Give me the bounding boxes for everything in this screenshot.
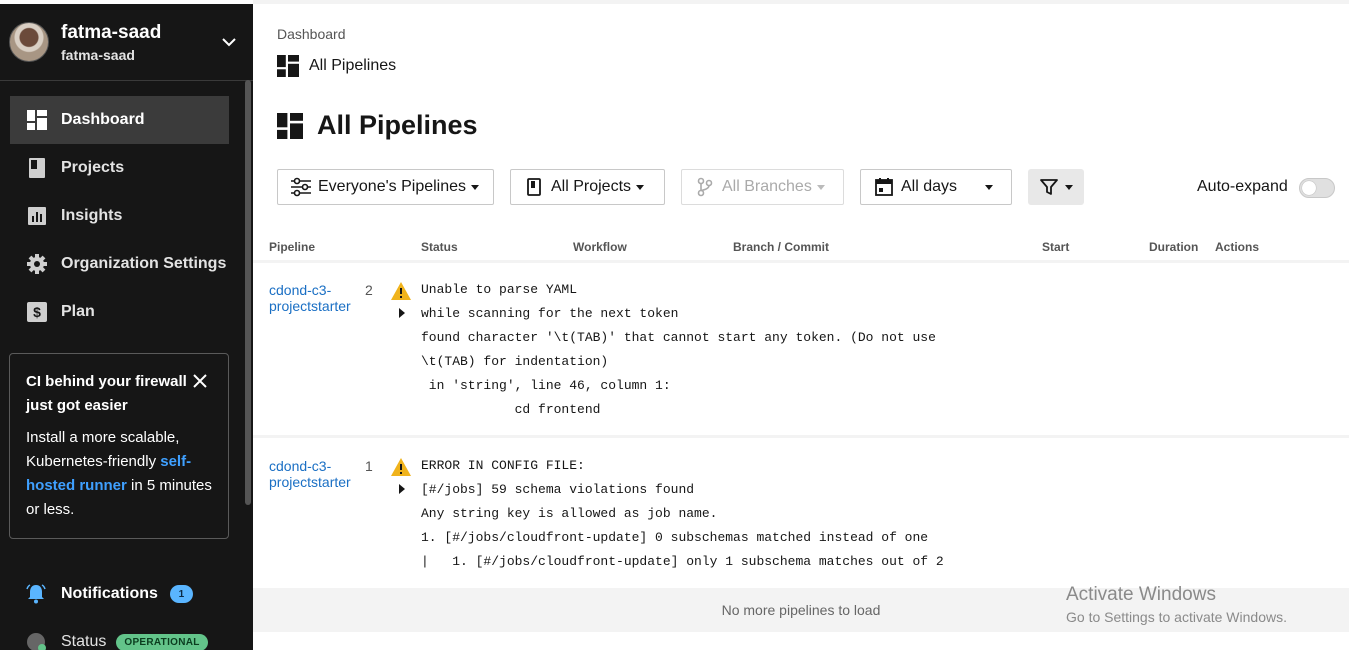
pipelines-filter-dropdown[interactable]: Everyone's Pipelines — [277, 169, 494, 205]
column-header-actions: Actions — [1215, 240, 1260, 254]
sidebar-scrollbar[interactable] — [245, 80, 251, 505]
dashboard-icon — [26, 109, 48, 131]
org-name: fatma-saad — [61, 22, 162, 43]
breadcrumb-current: All Pipelines — [277, 55, 396, 77]
promo-title: CI behind your firewall just got easier — [26, 373, 187, 414]
error-message: Unable to parse YAML while scanning for … — [421, 282, 936, 417]
status-label: Status — [61, 633, 107, 650]
auto-expand-label: Auto-expand — [1197, 178, 1288, 195]
sidebar-item-dashboard[interactable]: Dashboard — [10, 96, 229, 144]
caret-down-icon — [985, 184, 994, 190]
sidebar-item-label: Organization Settings — [61, 255, 227, 272]
pipeline-number[interactable]: 1 — [365, 458, 373, 474]
breadcrumb[interactable]: Dashboard — [277, 26, 346, 42]
org-sub: fatma-saad — [61, 47, 135, 63]
expand-arrow-icon[interactable] — [398, 308, 406, 318]
users-filter-icon — [290, 176, 312, 198]
expand-arrow-icon[interactable] — [398, 484, 406, 494]
sidebar-item-label: Dashboard — [61, 111, 145, 128]
warning-icon — [391, 458, 411, 476]
column-header-branch: Branch / Commit — [733, 240, 830, 254]
status-badge: OPERATIONAL — [116, 633, 208, 650]
table-row: cdond-c3-projectstarter 2 Unable to pars… — [253, 263, 1349, 435]
breadcrumb-label: All Pipelines — [309, 57, 397, 74]
table-header: Pipeline Status Workflow Branch / Commit… — [253, 230, 1349, 263]
sidebar-item-label: Projects — [61, 159, 125, 176]
column-header-status: Status — [421, 240, 458, 254]
column-header-start: Start — [1042, 240, 1070, 254]
days-filter-dropdown[interactable]: All days — [860, 169, 1012, 205]
sidebar-item-organization-settings[interactable]: Organization Settings — [10, 240, 229, 288]
svg-text:$: $ — [33, 304, 41, 320]
filter-icon — [1040, 179, 1058, 195]
promo-text: Install a more scalable, Kubernetes-frie… — [26, 429, 180, 470]
org-switcher[interactable]: fatma-saad fatma-saad — [0, 4, 253, 81]
page-title: All Pipelines — [277, 110, 478, 141]
caret-down-icon — [816, 184, 825, 190]
table-row: cdond-c3-projectstarter 1 ERROR IN CONFI… — [253, 438, 1349, 588]
branches-filter-dropdown[interactable]: All Branches — [681, 169, 844, 205]
branches-filter-label: All Branches — [722, 178, 812, 195]
insights-icon — [26, 205, 48, 227]
page-title-text: All Pipelines — [317, 110, 478, 140]
column-header-duration: Duration — [1149, 240, 1199, 254]
app: fatma-saad fatma-saad Dashboard Projects — [0, 0, 1349, 650]
avatar — [9, 22, 49, 62]
projects-filter-label: All Projects — [551, 178, 632, 195]
dashboard-icon — [277, 55, 299, 77]
gear-icon — [26, 253, 48, 275]
watermark-title: Activate Windows — [1066, 584, 1216, 605]
caret-down-icon — [471, 184, 480, 190]
main-content: Dashboard All Pipelines All Pipelines Ev… — [253, 0, 1349, 650]
pipeline-number[interactable]: 2 — [365, 282, 373, 298]
project-icon — [523, 176, 545, 198]
sidebar: fatma-saad fatma-saad Dashboard Projects — [0, 0, 253, 650]
days-filter-label: All days — [901, 178, 958, 195]
error-message: ERROR IN CONFIG FILE: [#/jobs] 59 schema… — [421, 458, 944, 569]
dashboard-icon — [277, 112, 303, 139]
watermark-subtitle: Go to Settings to activate Windows. — [1066, 609, 1287, 625]
status-item[interactable]: Status OPERATIONAL — [25, 631, 208, 650]
notifications-label: Notifications — [61, 585, 158, 602]
caret-down-icon — [636, 184, 645, 190]
column-header-workflow: Workflow — [573, 240, 627, 254]
promo-body: Install a more scalable, Kubernetes-frie… — [26, 426, 212, 522]
notifications-item[interactable]: Notifications 1 — [25, 583, 193, 605]
pipeline-project-link[interactable]: cdond-c3-projectstarter — [269, 282, 361, 314]
advanced-filter-button[interactable] — [1028, 169, 1084, 205]
sidebar-item-insights[interactable]: Insights — [10, 192, 229, 240]
calendar-icon — [873, 176, 895, 198]
auto-expand-toggle[interactable] — [1299, 178, 1335, 198]
chevron-down-icon[interactable] — [219, 32, 239, 52]
pipeline-project-link[interactable]: cdond-c3-projectstarter — [269, 458, 361, 490]
top-border — [253, 0, 1349, 4]
sidebar-item-projects[interactable]: Projects — [10, 144, 229, 192]
projects-filter-dropdown[interactable]: All Projects — [510, 169, 665, 205]
close-icon[interactable] — [192, 373, 208, 389]
sidebar-item-label: Insights — [61, 207, 123, 224]
sidebar-item-plan[interactable]: $ Plan — [10, 288, 229, 336]
branch-icon — [694, 176, 716, 198]
status-icon — [27, 633, 46, 650]
column-header-pipeline: Pipeline — [269, 240, 316, 254]
projects-icon — [26, 157, 48, 179]
sidebar-item-label: Plan — [61, 303, 95, 320]
notifications-count-badge: 1 — [169, 585, 193, 603]
caret-down-icon — [1065, 184, 1073, 190]
promo-card: CI behind your firewall just got easier … — [9, 353, 229, 539]
dollar-icon: $ — [26, 301, 48, 323]
warning-icon — [391, 282, 411, 300]
sidebar-nav: Dashboard Projects Insights Organization… — [10, 96, 229, 336]
pipelines-filter-label: Everyone's Pipelines — [318, 178, 467, 195]
activate-windows-watermark: Activate Windows Go to Settings to activ… — [1066, 584, 1287, 625]
bell-icon — [26, 584, 46, 604]
